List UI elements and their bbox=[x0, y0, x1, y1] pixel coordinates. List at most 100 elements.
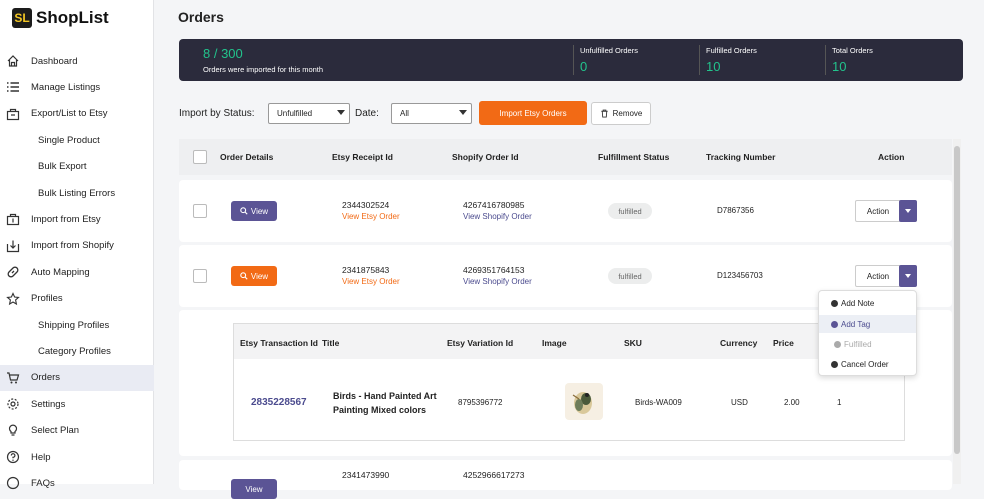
column-header: Order Details bbox=[220, 152, 274, 162]
sidebar-item-profiles[interactable]: Profiles bbox=[0, 286, 154, 312]
sidebar-item-orders[interactable]: Orders bbox=[0, 364, 154, 392]
view-order-button[interactable]: View bbox=[231, 266, 277, 286]
order-stats-banner: 8 / 300 Orders were imported for this mo… bbox=[179, 39, 963, 81]
menu-item-label: Add Note bbox=[841, 298, 875, 308]
menu-item-label: Cancel Order bbox=[841, 359, 889, 369]
scrollbar-thumb[interactable] bbox=[954, 146, 960, 454]
link-icon bbox=[7, 266, 19, 278]
status-filter-label: Import by Status: bbox=[179, 107, 255, 119]
sidebar-item-dashboard[interactable]: Dashboard bbox=[0, 48, 154, 74]
sidebar-item-shipping-profiles[interactable]: Shipping Profiles bbox=[0, 312, 154, 338]
sidebar-item-bulk-export[interactable]: Bulk Export bbox=[0, 154, 154, 180]
menu-item-cancel-order[interactable]: Cancel Order bbox=[819, 355, 916, 373]
view-shopify-order-link[interactable]: View Shopify Order bbox=[463, 277, 532, 286]
sidebar-item-export[interactable]: Export/List to Etsy bbox=[0, 101, 154, 127]
view-etsy-order-link[interactable]: View Etsy Order bbox=[342, 212, 400, 221]
app-name: ShopList bbox=[36, 8, 109, 27]
view-etsy-order-link[interactable]: View Etsy Order bbox=[342, 277, 400, 286]
divider bbox=[699, 45, 700, 75]
stat-value: 0 bbox=[580, 59, 588, 74]
menu-item-label: Fulfilled bbox=[844, 339, 872, 349]
check-circle-icon bbox=[831, 360, 838, 368]
view-label: View bbox=[245, 484, 263, 494]
column-header: Price bbox=[773, 338, 794, 348]
column-header: Action bbox=[878, 152, 905, 162]
unfulfilled-stat: Unfulfilled Orders 0 bbox=[580, 46, 638, 74]
main-content: Orders 8 / 300 Orders were imported for … bbox=[155, 0, 984, 499]
chevron-down-icon bbox=[905, 209, 911, 213]
view-order-button[interactable]: View bbox=[231, 201, 277, 221]
fulfilled-stat: Fulfilled Orders 10 bbox=[706, 46, 757, 74]
sidebar: SL ShopList Dashboard Manage Listings Ex… bbox=[0, 0, 154, 490]
sidebar-item-settings[interactable]: Settings bbox=[0, 391, 154, 417]
sidebar-item-help[interactable]: Help bbox=[0, 444, 154, 470]
stat-value: 10 bbox=[706, 59, 721, 74]
sidebar-item-label: Bulk Export bbox=[38, 161, 87, 173]
sidebar-item-faqs[interactable]: FAQs bbox=[0, 470, 154, 496]
sidebar-item-label: Help bbox=[31, 451, 51, 463]
status-badge: fulfilled bbox=[608, 268, 652, 284]
action-dropdown-menu: Add Note Add Tag Fulfilled Cancel Order bbox=[818, 290, 917, 376]
trash-icon bbox=[600, 109, 608, 118]
sidebar-item-single-product[interactable]: Single Product bbox=[0, 127, 154, 153]
app-logo[interactable]: SL ShopList bbox=[12, 8, 109, 28]
action-button[interactable]: Action bbox=[855, 200, 901, 222]
sidebar-item-category-profiles[interactable]: Category Profiles bbox=[0, 338, 154, 364]
sidebar-item-import-shopify[interactable]: Import from Shopify bbox=[0, 233, 154, 259]
column-header: Currency bbox=[720, 338, 758, 348]
sidebar-item-label: Import from Etsy bbox=[31, 214, 101, 226]
sidebar-item-label: Auto Mapping bbox=[31, 266, 90, 278]
sidebar-item-manage-listings[interactable]: Manage Listings bbox=[0, 74, 154, 100]
etsy-receipt-id: 2341473990 bbox=[342, 470, 390, 480]
sidebar-item-bulk-listing-errors[interactable]: Bulk Listing Errors bbox=[0, 180, 154, 206]
etsy-receipt-id: 2341875843 bbox=[342, 265, 390, 275]
remove-button[interactable]: Remove bbox=[591, 102, 651, 125]
help-icon bbox=[6, 450, 20, 463]
status-select-value: Unfulfilled bbox=[277, 109, 313, 118]
sidebar-item-label: Settings bbox=[31, 398, 66, 410]
column-header: Title bbox=[322, 338, 340, 348]
row-checkbox[interactable] bbox=[193, 204, 207, 218]
home-icon bbox=[7, 55, 19, 67]
view-order-button[interactable]: View bbox=[231, 479, 277, 499]
menu-item-add-tag[interactable]: Add Tag bbox=[819, 315, 916, 333]
status-select[interactable]: Unfulfilled bbox=[268, 103, 350, 124]
sidebar-item-label: Manage Listings bbox=[31, 82, 101, 94]
divider bbox=[573, 45, 574, 75]
import-count: 8 / 300 bbox=[203, 46, 243, 61]
column-header: Image bbox=[542, 338, 567, 348]
import-etsy-orders-button[interactable]: Import Etsy Orders bbox=[479, 101, 587, 125]
download-icon bbox=[6, 240, 20, 252]
shopify-order-id: 4269351764153 bbox=[463, 265, 525, 275]
date-select[interactable]: All bbox=[391, 103, 472, 124]
view-shopify-order-link[interactable]: View Shopify Order bbox=[463, 212, 532, 221]
price: 2.00 bbox=[784, 398, 800, 407]
row-checkbox[interactable] bbox=[193, 269, 207, 283]
action-dropdown-toggle[interactable] bbox=[899, 200, 917, 222]
export-icon bbox=[6, 108, 20, 120]
list-icon bbox=[7, 82, 19, 93]
column-header: Etsy Receipt Id bbox=[332, 152, 393, 162]
sidebar-item-select-plan[interactable]: Select Plan bbox=[0, 417, 154, 443]
menu-item-add-note[interactable]: Add Note bbox=[819, 294, 916, 312]
menu-item-label: Add Tag bbox=[841, 319, 871, 329]
orders-table-header: Order Details Etsy Receipt Id Shopify Or… bbox=[179, 139, 952, 175]
sidebar-item-auto-mapping[interactable]: Auto Mapping bbox=[0, 259, 154, 285]
item-title: Birds - Hand Painted Art Painting Mixed … bbox=[333, 391, 437, 415]
faq-icon bbox=[6, 477, 20, 490]
action-dropdown-toggle[interactable] bbox=[899, 265, 917, 287]
sku: Birds-WA009 bbox=[635, 398, 682, 407]
sidebar-item-label: Category Profiles bbox=[38, 345, 111, 357]
search-icon bbox=[240, 207, 248, 215]
sidebar-nav: Dashboard Manage Listings Export/List to… bbox=[0, 48, 154, 497]
sidebar-item-import-etsy[interactable]: Import from Etsy bbox=[0, 206, 154, 232]
transaction-id-link[interactable]: 2835228567 bbox=[251, 397, 307, 408]
select-all-checkbox[interactable] bbox=[193, 150, 207, 164]
view-label: View bbox=[250, 271, 269, 281]
line-items-header: Etsy Transaction Id Title Etsy Variation… bbox=[234, 324, 904, 359]
action-button[interactable]: Action bbox=[855, 265, 901, 287]
column-header: Etsy Transaction Id bbox=[240, 338, 318, 348]
table-row: View 2344302524 View Etsy Order 42674167… bbox=[179, 180, 952, 242]
import-count-note: Orders were imported for this month bbox=[203, 65, 324, 74]
stat-label: Unfulfilled Orders bbox=[580, 46, 638, 55]
